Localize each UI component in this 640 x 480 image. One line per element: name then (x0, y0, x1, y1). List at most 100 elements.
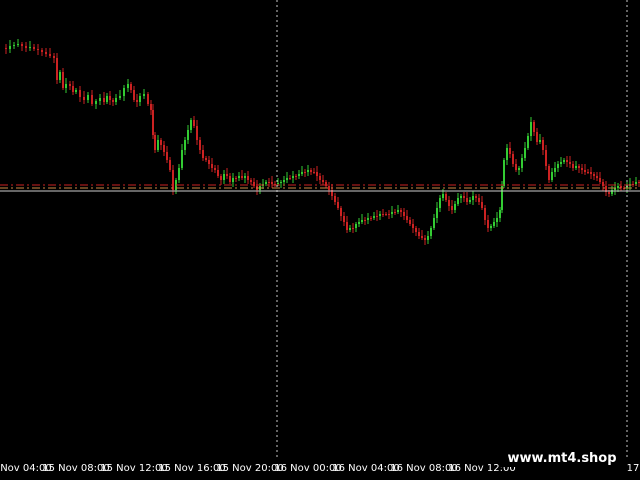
candle-body (226, 174, 228, 176)
candle-body (391, 212, 393, 214)
candle-body (119, 96, 121, 98)
candle-body (301, 172, 303, 174)
candle-body (277, 183, 279, 184)
candle-body (475, 196, 477, 198)
candle-body (307, 170, 309, 172)
candle-body (103, 98, 105, 102)
candle-body (379, 214, 381, 216)
candle-body (599, 178, 601, 182)
candle-body (472, 196, 474, 200)
candle-body (358, 222, 360, 224)
candle-body (292, 176, 294, 178)
candle-body (72, 86, 74, 92)
candle-body (193, 120, 195, 126)
candle-body (143, 94, 145, 96)
candle-body (196, 126, 198, 140)
candle-body (515, 164, 517, 170)
candle-body (45, 52, 47, 54)
candle-body (584, 170, 586, 172)
candle-body (503, 160, 505, 186)
candle-body (490, 226, 492, 228)
candle-body (199, 140, 201, 150)
candle-body (352, 228, 354, 229)
candle-body (115, 98, 117, 102)
candle-body (87, 95, 89, 100)
candle-body (214, 168, 216, 170)
candle-body (569, 162, 571, 164)
candle-body (109, 96, 111, 100)
candle-body (313, 172, 315, 173)
candle-body (172, 170, 174, 190)
candle-body (337, 202, 339, 208)
candle-body (56, 58, 58, 80)
candle-body (130, 84, 132, 90)
candle-body (322, 180, 324, 182)
candle-body (442, 194, 444, 198)
candle-body (501, 186, 503, 210)
candle-body (334, 196, 336, 202)
candle-body (533, 122, 535, 132)
candle-body (310, 170, 312, 172)
candle-body (247, 176, 249, 180)
candle-body (253, 182, 255, 186)
candle-body (157, 140, 159, 150)
candle-body (238, 176, 240, 178)
candle-body (388, 214, 390, 215)
candle-body (436, 208, 438, 218)
candle-body (394, 212, 396, 213)
candle-body (49, 54, 51, 56)
candle-body (346, 222, 348, 230)
candle-body (106, 96, 108, 102)
candle-body (280, 182, 282, 183)
candle-body (250, 180, 252, 182)
candle-body (235, 178, 237, 179)
candle-body (298, 174, 300, 176)
candle-body (545, 150, 547, 166)
candle-body (123, 88, 125, 96)
candle-body (484, 208, 486, 220)
candle-body (41, 50, 43, 52)
candle-body (536, 132, 538, 142)
candle-body (139, 96, 141, 102)
candle-body (79, 90, 81, 97)
candle-body (572, 164, 574, 168)
candle-body (184, 140, 186, 150)
candle-body (53, 56, 55, 58)
candle-body (59, 72, 61, 80)
candle-body (590, 172, 592, 174)
candle-body (445, 194, 447, 200)
candle-body (223, 174, 225, 180)
candle-body (75, 90, 77, 92)
candle-body (220, 176, 222, 180)
candle-body (181, 150, 183, 168)
candle-body (65, 84, 67, 88)
candle-body (373, 216, 375, 218)
candle-body (478, 198, 480, 202)
candle-body (509, 148, 511, 154)
candle-body (448, 200, 450, 206)
candle-body (17, 44, 19, 45)
candle-body (632, 184, 634, 185)
candle-body (69, 84, 71, 86)
candle-body (539, 140, 541, 142)
candle-body (169, 160, 171, 170)
candle-body (187, 130, 189, 140)
candle-body (493, 222, 495, 226)
candle-body (150, 104, 152, 110)
chart-window[interactable]: 15 Nov 04:0015 Nov 08:0015 Nov 12:0015 N… (0, 0, 640, 480)
candle-body (635, 182, 637, 184)
candle-body (232, 178, 234, 182)
price-chart[interactable]: 15 Nov 04:0015 Nov 08:0015 Nov 12:0015 N… (0, 0, 640, 480)
candle-body (560, 162, 562, 164)
candle-body (518, 168, 520, 170)
candle-body (376, 216, 378, 217)
candle-body (9, 46, 11, 49)
candle-body (469, 200, 471, 202)
candle-body (289, 178, 291, 179)
candle-body (463, 196, 465, 198)
candle-body (361, 220, 363, 222)
candle-body (208, 160, 210, 164)
candle-body (551, 172, 553, 180)
candle-body (265, 182, 267, 184)
candle-body (127, 84, 129, 88)
